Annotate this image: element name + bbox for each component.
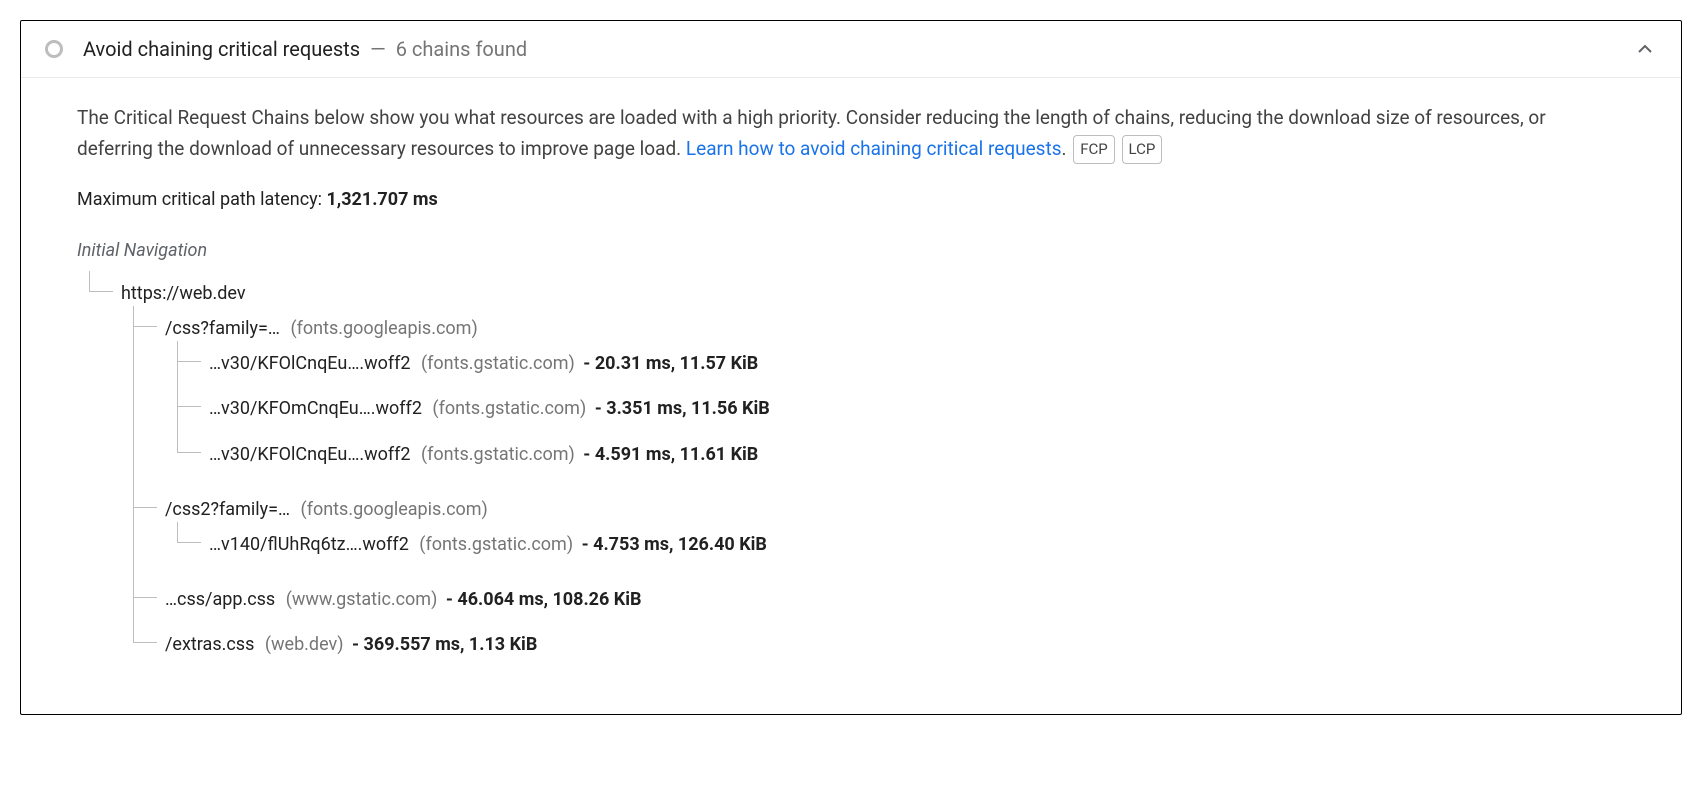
- metric-badge-fcp: FCP: [1073, 135, 1115, 164]
- node-path: …v30/KFOlCnqEu….woff2: [209, 353, 411, 374]
- audit-description: The Critical Request Chains below show y…: [77, 102, 1625, 165]
- node-host: (www.gstatic.com): [286, 589, 438, 610]
- node-host: (fonts.googleapis.com): [301, 499, 488, 520]
- node-stats: - 4.753 ms, 126.40 KiB: [582, 534, 767, 555]
- tree-node-root: https://web.dev /css?family=… (fonts.goo…: [77, 271, 1625, 678]
- tree-node: …v30/KFOlCnqEu….woff2 (fonts.gstatic.com…: [165, 341, 1625, 386]
- node-path: https://web.dev: [121, 283, 246, 304]
- audit-body: The Critical Request Chains below show y…: [21, 78, 1681, 714]
- node-host: (web.dev): [265, 634, 344, 655]
- node-path: /css?family=…: [165, 318, 280, 339]
- tree-node: /css2?family=… (fonts.googleapis.com) …v…: [121, 487, 1625, 577]
- audit-subtitle: 6 chains found: [396, 37, 527, 61]
- node-path: …v30/KFOmCnqEu….woff2: [209, 398, 422, 419]
- max-latency-label: Maximum critical path latency:: [77, 189, 326, 210]
- audit-separator: —: [370, 37, 386, 61]
- node-host: (fonts.gstatic.com): [419, 534, 573, 555]
- node-stats: - 20.31 ms, 11.57 KiB: [583, 353, 758, 374]
- tree-node: …v30/KFOlCnqEu….woff2 (fonts.gstatic.com…: [165, 432, 1625, 477]
- max-latency: Maximum critical path latency: 1,321.707…: [77, 189, 1625, 210]
- node-path: …css/app.css: [165, 589, 275, 610]
- node-path: …v30/KFOlCnqEu….woff2: [209, 444, 411, 465]
- tree-root-label: Initial Navigation: [77, 238, 1625, 263]
- tree-node: …v30/KFOmCnqEu….woff2 (fonts.gstatic.com…: [165, 386, 1625, 431]
- max-latency-value: 1,321.707 ms: [326, 189, 437, 210]
- node-path: /css2?family=…: [165, 499, 290, 520]
- node-path: …v140/flUhRq6tz….woff2: [209, 534, 409, 555]
- node-path: /extras.css: [165, 634, 254, 655]
- metric-badge-lcp: LCP: [1122, 135, 1163, 164]
- request-chain-tree: Initial Navigation https://web.dev /css?…: [77, 238, 1625, 678]
- node-stats: - 3.351 ms, 11.56 KiB: [595, 398, 770, 419]
- tree-node: …v140/flUhRq6tz….woff2 (fonts.gstatic.co…: [165, 522, 1625, 567]
- status-circle-icon: [45, 40, 63, 58]
- node-stats: - 46.064 ms, 108.26 KiB: [446, 589, 642, 610]
- learn-more-link[interactable]: Learn how to avoid chaining critical req…: [686, 137, 1062, 160]
- node-host: (fonts.gstatic.com): [421, 444, 575, 465]
- description-text-post: .: [1062, 137, 1067, 160]
- tree-node: /extras.css (web.dev) - 369.557 ms, 1.13…: [121, 622, 1625, 667]
- node-host: (fonts.gstatic.com): [432, 398, 586, 419]
- audit-header[interactable]: Avoid chaining critical requests — 6 cha…: [21, 21, 1681, 78]
- node-stats: - 369.557 ms, 1.13 KiB: [352, 634, 537, 655]
- tree-node: /css?family=… (fonts.googleapis.com) …v3…: [121, 306, 1625, 487]
- audit-panel: Avoid chaining critical requests — 6 cha…: [20, 20, 1682, 715]
- node-host: (fonts.gstatic.com): [421, 353, 575, 374]
- node-host: (fonts.googleapis.com): [290, 318, 477, 339]
- tree-node: …css/app.css (www.gstatic.com) - 46.064 …: [121, 577, 1625, 622]
- audit-title: Avoid chaining critical requests: [83, 37, 360, 61]
- node-stats: - 4.591 ms, 11.61 KiB: [583, 444, 758, 465]
- chevron-up-icon[interactable]: [1633, 37, 1657, 61]
